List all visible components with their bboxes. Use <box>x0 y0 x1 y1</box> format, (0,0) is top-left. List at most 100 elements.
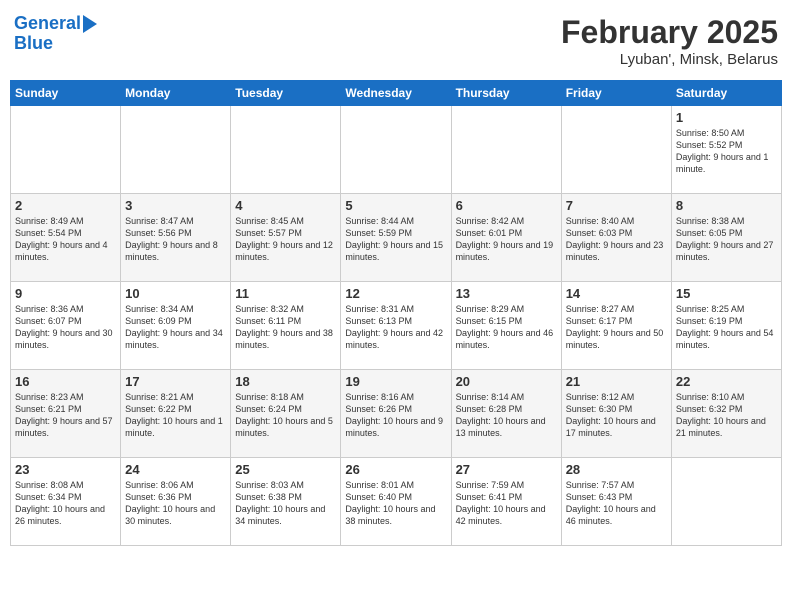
calendar-cell <box>561 106 671 194</box>
day-info: Sunrise: 8:42 AM Sunset: 6:01 PM Dayligh… <box>456 215 557 264</box>
calendar-cell: 8 Sunrise: 8:38 AM Sunset: 6:05 PM Daylig… <box>671 194 781 282</box>
calendar-cell: 11 Sunrise: 8:32 AM Sunset: 6:11 PM Dayli… <box>231 282 341 370</box>
day-info: Sunrise: 8:12 AM Sunset: 6:30 PM Dayligh… <box>566 391 667 440</box>
weekday-header: Friday <box>561 81 671 106</box>
day-info: Sunrise: 8:34 AM Sunset: 6:09 PM Dayligh… <box>125 303 226 352</box>
day-number: 15 <box>676 286 777 301</box>
calendar-cell <box>231 106 341 194</box>
calendar-cell <box>341 106 451 194</box>
day-number: 21 <box>566 374 667 389</box>
day-number: 11 <box>235 286 336 301</box>
day-number: 6 <box>456 198 557 213</box>
day-number: 22 <box>676 374 777 389</box>
day-info: Sunrise: 8:31 AM Sunset: 6:13 PM Dayligh… <box>345 303 446 352</box>
calendar-title: February 2025 <box>561 14 778 51</box>
day-number: 24 <box>125 462 226 477</box>
day-info: Sunrise: 8:21 AM Sunset: 6:22 PM Dayligh… <box>125 391 226 440</box>
calendar-cell: 1 Sunrise: 8:50 AM Sunset: 5:52 PM Daylig… <box>671 106 781 194</box>
day-info: Sunrise: 7:59 AM Sunset: 6:41 PM Dayligh… <box>456 479 557 528</box>
calendar-cell: 16 Sunrise: 8:23 AM Sunset: 6:21 PM Dayli… <box>11 370 121 458</box>
day-info: Sunrise: 8:50 AM Sunset: 5:52 PM Dayligh… <box>676 127 777 176</box>
calendar-cell: 19Sunrise: 8:16 AM Sunset: 6:26 PM Dayli… <box>341 370 451 458</box>
day-number: 25 <box>235 462 336 477</box>
day-number: 9 <box>15 286 116 301</box>
calendar-cell: 2Sunrise: 8:49 AM Sunset: 5:54 PM Daylig… <box>11 194 121 282</box>
day-info: Sunrise: 8:23 AM Sunset: 6:21 PM Dayligh… <box>15 391 116 440</box>
day-info: Sunrise: 8:45 AM Sunset: 5:57 PM Dayligh… <box>235 215 336 264</box>
calendar-cell: 21 Sunrise: 8:12 AM Sunset: 6:30 PM Dayli… <box>561 370 671 458</box>
day-number: 3 <box>125 198 226 213</box>
day-info: Sunrise: 8:29 AM Sunset: 6:15 PM Dayligh… <box>456 303 557 352</box>
day-number: 16 <box>15 374 116 389</box>
day-info: Sunrise: 8:36 AM Sunset: 6:07 PM Dayligh… <box>15 303 116 352</box>
weekday-header: Saturday <box>671 81 781 106</box>
day-number: 19 <box>345 374 446 389</box>
logo: General Blue <box>14 14 97 54</box>
day-info: Sunrise: 8:18 AM Sunset: 6:24 PM Dayligh… <box>235 391 336 440</box>
calendar-cell: 28 Sunrise: 7:57 AM Sunset: 6:43 PM Dayli… <box>561 458 671 546</box>
day-number: 18 <box>235 374 336 389</box>
day-info: Sunrise: 7:57 AM Sunset: 6:43 PM Dayligh… <box>566 479 667 528</box>
calendar-cell: 17 Sunrise: 8:21 AM Sunset: 6:22 PM Dayli… <box>121 370 231 458</box>
logo-text-2: Blue <box>14 34 97 54</box>
day-number: 1 <box>676 110 777 125</box>
calendar-cell <box>451 106 561 194</box>
day-number: 27 <box>456 462 557 477</box>
title-section: February 2025 Lyuban', Minsk, Belarus <box>561 14 778 68</box>
calendar-cell: 18 Sunrise: 8:18 AM Sunset: 6:24 PM Dayli… <box>231 370 341 458</box>
page-header: General Blue February 2025 Lyuban', Mins… <box>10 10 782 72</box>
calendar-cell: 24Sunrise: 8:06 AM Sunset: 6:36 PM Dayli… <box>121 458 231 546</box>
day-number: 12 <box>345 286 446 301</box>
calendar-cell: 15 Sunrise: 8:25 AM Sunset: 6:19 PM Dayli… <box>671 282 781 370</box>
calendar-cell: 27 Sunrise: 7:59 AM Sunset: 6:41 PM Dayli… <box>451 458 561 546</box>
calendar-cell: 5 Sunrise: 8:44 AM Sunset: 5:59 PM Daylig… <box>341 194 451 282</box>
day-info: Sunrise: 8:47 AM Sunset: 5:56 PM Dayligh… <box>125 215 226 264</box>
day-info: Sunrise: 8:25 AM Sunset: 6:19 PM Dayligh… <box>676 303 777 352</box>
calendar-cell <box>671 458 781 546</box>
weekday-header: Thursday <box>451 81 561 106</box>
calendar-cell: 7 Sunrise: 8:40 AM Sunset: 6:03 PM Daylig… <box>561 194 671 282</box>
day-number: 20 <box>456 374 557 389</box>
day-number: 5 <box>345 198 446 213</box>
calendar-cell: 4 Sunrise: 8:45 AM Sunset: 5:57 PM Daylig… <box>231 194 341 282</box>
calendar-cell <box>121 106 231 194</box>
day-info: Sunrise: 8:14 AM Sunset: 6:28 PM Dayligh… <box>456 391 557 440</box>
day-info: Sunrise: 8:10 AM Sunset: 6:32 PM Dayligh… <box>676 391 777 440</box>
calendar-cell: 26 Sunrise: 8:01 AM Sunset: 6:40 PM Dayli… <box>341 458 451 546</box>
logo-arrow-icon <box>83 15 97 33</box>
day-number: 4 <box>235 198 336 213</box>
calendar-cell: 22 Sunrise: 8:10 AM Sunset: 6:32 PM Dayli… <box>671 370 781 458</box>
day-info: Sunrise: 8:44 AM Sunset: 5:59 PM Dayligh… <box>345 215 446 264</box>
weekday-header: Wednesday <box>341 81 451 106</box>
day-number: 13 <box>456 286 557 301</box>
day-number: 7 <box>566 198 667 213</box>
day-info: Sunrise: 8:40 AM Sunset: 6:03 PM Dayligh… <box>566 215 667 264</box>
calendar-cell: 25 Sunrise: 8:03 AM Sunset: 6:38 PM Dayli… <box>231 458 341 546</box>
calendar-cell: 13 Sunrise: 8:29 AM Sunset: 6:15 PM Dayli… <box>451 282 561 370</box>
weekday-header: Tuesday <box>231 81 341 106</box>
calendar-cell: 12 Sunrise: 8:31 AM Sunset: 6:13 PM Dayli… <box>341 282 451 370</box>
day-info: Sunrise: 8:01 AM Sunset: 6:40 PM Dayligh… <box>345 479 446 528</box>
day-number: 26 <box>345 462 446 477</box>
calendar-subtitle: Lyuban', Minsk, Belarus <box>561 51 778 68</box>
day-number: 23 <box>15 462 116 477</box>
calendar-cell: 14 Sunrise: 8:27 AM Sunset: 6:17 PM Dayli… <box>561 282 671 370</box>
calendar-cell <box>11 106 121 194</box>
day-number: 14 <box>566 286 667 301</box>
calendar-cell: 9 Sunrise: 8:36 AM Sunset: 6:07 PM Daylig… <box>11 282 121 370</box>
day-number: 28 <box>566 462 667 477</box>
day-number: 17 <box>125 374 226 389</box>
day-info: Sunrise: 8:27 AM Sunset: 6:17 PM Dayligh… <box>566 303 667 352</box>
calendar-cell: 23Sunrise: 8:08 AM Sunset: 6:34 PM Dayli… <box>11 458 121 546</box>
weekday-header: Monday <box>121 81 231 106</box>
day-info: Sunrise: 8:32 AM Sunset: 6:11 PM Dayligh… <box>235 303 336 352</box>
logo-text: General <box>14 14 81 34</box>
day-number: 10 <box>125 286 226 301</box>
calendar-cell: 20 Sunrise: 8:14 AM Sunset: 6:28 PM Dayli… <box>451 370 561 458</box>
weekday-header: Sunday <box>11 81 121 106</box>
day-info: Sunrise: 8:03 AM Sunset: 6:38 PM Dayligh… <box>235 479 336 528</box>
day-info: Sunrise: 8:38 AM Sunset: 6:05 PM Dayligh… <box>676 215 777 264</box>
calendar-table: SundayMondayTuesdayWednesdayThursdayFrid… <box>10 80 782 546</box>
day-number: 8 <box>676 198 777 213</box>
day-info: Sunrise: 8:49 AM Sunset: 5:54 PM Dayligh… <box>15 215 116 264</box>
